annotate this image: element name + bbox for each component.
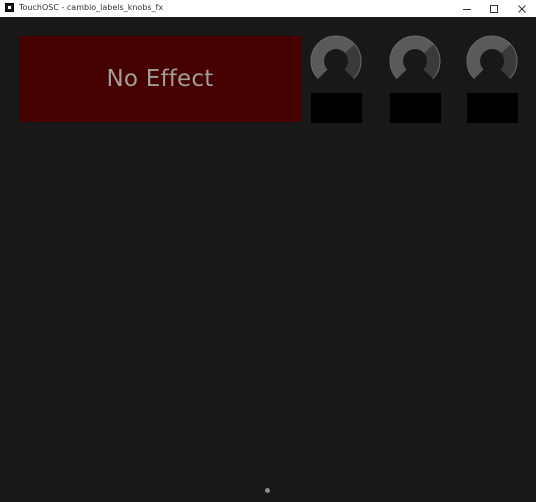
value-label-2 xyxy=(390,93,441,123)
value-label-3 xyxy=(467,93,518,123)
radial-knob-icon xyxy=(389,35,441,80)
touchosc-window: TouchOSC - cambio_labels_knobs_fx No Eff… xyxy=(0,0,536,502)
app-icon xyxy=(5,3,14,12)
minimize-button[interactable] xyxy=(453,0,481,17)
maximize-icon xyxy=(490,4,498,13)
radial-knob-icon xyxy=(310,35,362,80)
knob-2[interactable] xyxy=(389,35,441,87)
page-indicator-dot[interactable] xyxy=(265,488,270,493)
knob-1[interactable] xyxy=(310,35,362,87)
close-icon xyxy=(518,4,526,13)
effect-button[interactable]: No Effect xyxy=(19,36,301,122)
knob-3[interactable] xyxy=(466,35,518,87)
window-title: TouchOSC - cambio_labels_knobs_fx xyxy=(19,3,164,12)
title-bar[interactable]: TouchOSC - cambio_labels_knobs_fx xyxy=(0,0,536,17)
effect-label: No Effect xyxy=(106,66,214,92)
radial-knob-icon xyxy=(466,35,518,80)
touchosc-layout: No Effect xyxy=(0,17,536,502)
value-label-1 xyxy=(311,93,362,123)
close-button[interactable] xyxy=(508,0,536,17)
maximize-button[interactable] xyxy=(480,0,508,17)
minimize-icon xyxy=(463,8,471,10)
